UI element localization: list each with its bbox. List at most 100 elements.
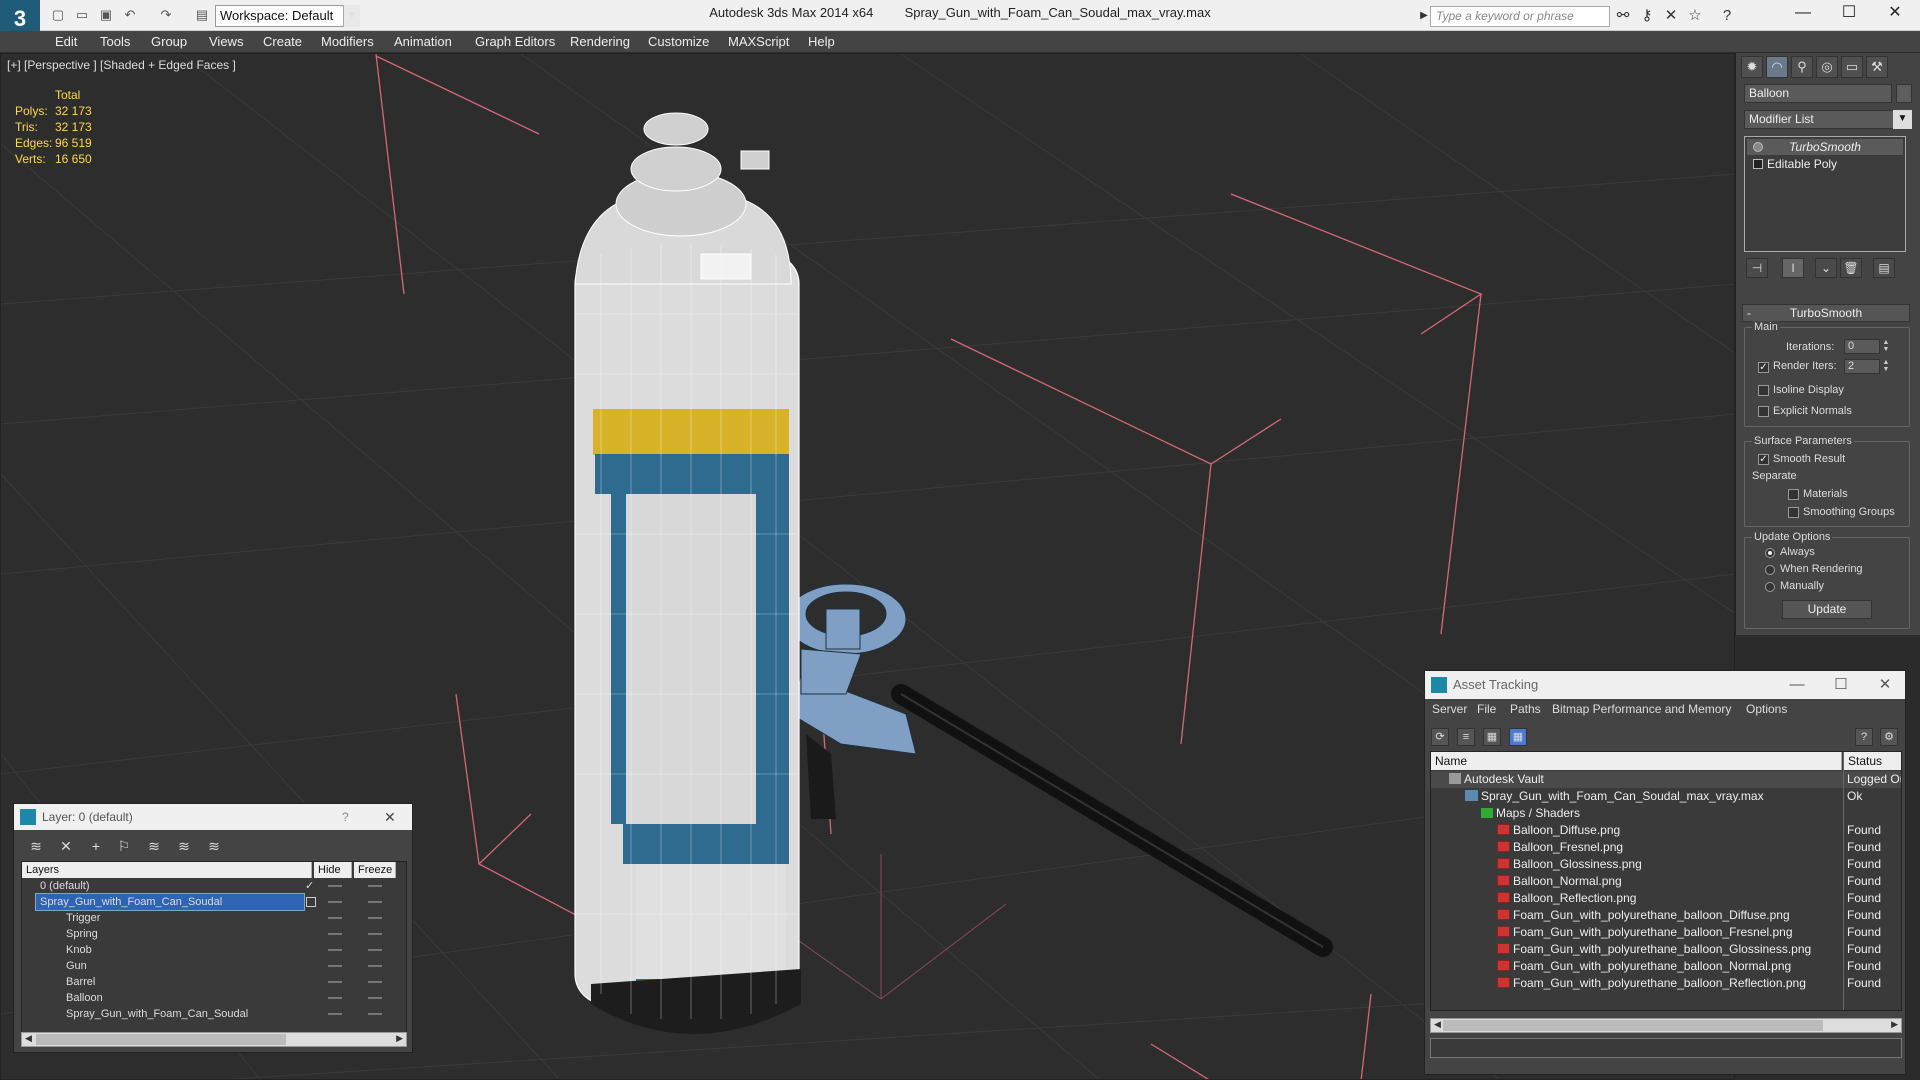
add-to-layer-icon[interactable]: + [86,836,106,856]
help-button[interactable]: ? [342,804,349,830]
menu-animation[interactable]: Animation [394,31,452,53]
motion-tab-icon[interactable]: ◎ [1816,56,1838,78]
menu-customize[interactable]: Customize [648,31,709,53]
create-tab-icon[interactable]: ✹ [1741,56,1763,78]
scroll-left-icon[interactable]: ◀ [25,1033,32,1044]
menu-edit[interactable]: Edit [55,31,77,53]
update-when-rendering-radio[interactable] [1765,565,1775,575]
menu-options[interactable]: Options [1746,702,1787,716]
close-button[interactable]: ✕ [384,804,396,830]
create-layer-icon[interactable]: ≋ [26,836,46,856]
refresh-icon[interactable]: ⟳ [1431,728,1449,746]
menu-tools[interactable]: Tools [100,31,130,53]
table-row[interactable]: Foam_Gun_with_polyurethane_balloon_Diffu… [1431,907,1901,924]
layer-row[interactable]: Barrel [22,974,396,990]
layer-row[interactable]: Gun [22,958,396,974]
lightbulb-icon[interactable] [1753,142,1763,152]
stack-item-editable-poly[interactable]: Editable Poly [1747,156,1903,172]
smoothing-groups-checkbox[interactable] [1788,507,1799,518]
scroll-right-icon[interactable]: ▶ [396,1033,403,1044]
render-iters-spinner[interactable]: 2 [1844,359,1880,374]
table-row[interactable]: Autodesk Vault Logged Ou [1431,771,1901,788]
workspace-dropdown[interactable]: Workspace: Default [215,5,360,27]
menu-graph-editors[interactable]: Graph Editors [475,31,555,53]
menu-create[interactable]: Create [263,31,302,53]
table-row[interactable]: Foam_Gun_with_polyurethane_balloon_Gloss… [1431,941,1901,958]
update-always-radio[interactable] [1765,548,1775,558]
layer-row[interactable]: 0 (default) ✓ [22,878,396,894]
asset-status-field[interactable] [1430,1038,1902,1058]
redo-icon[interactable]: ↷ [158,7,174,23]
menu-bitmap-performance[interactable]: Bitmap Performance and Memory [1552,702,1731,716]
menu-group[interactable]: Group [151,31,187,53]
layer-row[interactable]: Knob [22,942,396,958]
menu-modifiers[interactable]: Modifiers [321,31,374,53]
show-end-result-icon[interactable]: I [1782,258,1804,278]
table-row[interactable]: Foam_Gun_with_polyurethane_balloon_Refle… [1431,975,1901,992]
table-row[interactable]: Balloon_Normal.png Found [1431,873,1901,890]
pin-stack-icon[interactable]: ⊣ [1746,258,1768,278]
materials-checkbox[interactable] [1788,489,1799,500]
highlight-layer-icon[interactable]: ≋ [144,836,164,856]
active-layer-check-icon[interactable]: ✓ [305,878,314,894]
save-icon[interactable]: ▣ [98,7,114,23]
close-button[interactable]: ✕ [1863,671,1907,699]
column-freeze[interactable]: Freeze [354,862,396,878]
exchange-icon[interactable]: ✕ [1662,7,1680,25]
expand-icon[interactable] [1753,159,1763,169]
layer-row[interactable]: Balloon [22,990,396,1006]
minimize-button[interactable]: — [1780,0,1826,26]
search-input[interactable]: Type a keyword or phrase [1430,6,1610,27]
chevron-down-icon[interactable]: ▼ [343,5,360,27]
column-status[interactable]: Status [1844,752,1901,770]
make-unique-icon[interactable]: ⌄ [1815,258,1837,278]
remove-modifier-icon[interactable]: 🗑 [1840,258,1862,278]
menu-maxscript[interactable]: MAXScript [728,31,789,53]
column-name[interactable]: Name [1431,752,1842,770]
spinner-arrows-icon[interactable]: ▲ ▼ [1882,359,1890,374]
maximize-button[interactable]: ☐ [1826,0,1872,26]
collapse-icon[interactable]: - [1747,305,1751,321]
table-row[interactable]: Spray_Gun_with_Foam_Can_Soudal_max_vray.… [1431,788,1901,805]
freeze-all-icon[interactable]: ≋ [204,836,224,856]
help-icon[interactable]: ? [1718,7,1736,25]
maximize-button[interactable]: ☐ [1819,671,1863,699]
menu-file[interactable]: File [1477,702,1496,716]
table-row[interactable]: Balloon_Fresnel.png Found [1431,839,1901,856]
project-folder-icon[interactable]: ▤ [194,7,210,23]
viewport-label[interactable]: [+] [Perspective ] [Shaded + Edged Faces… [7,58,236,72]
thumbnail-view-icon[interactable]: ▦ [1483,728,1501,746]
settings-icon[interactable]: ⚙ [1880,728,1898,746]
horizontal-scrollbar[interactable]: ◀ ▶ [1430,1018,1902,1033]
menu-views[interactable]: Views [209,31,243,53]
undo-icon[interactable]: ↶ [122,7,138,23]
layer-row[interactable]: Spray_Gun_with_Foam_Can_Soudal [22,1006,396,1022]
menu-help[interactable]: Help [808,31,835,53]
key-icon[interactable]: ⚷ [1638,7,1656,25]
scroll-right-icon[interactable]: ▶ [1891,1019,1898,1030]
spinner-arrows-icon[interactable]: ▲ ▼ [1882,339,1890,354]
update-button[interactable]: Update [1782,600,1872,619]
list-view-icon[interactable]: ≡ [1457,728,1475,746]
new-file-icon[interactable]: ▢ [50,7,66,23]
table-row[interactable]: Foam_Gun_with_polyurethane_balloon_Fresn… [1431,924,1901,941]
table-row[interactable]: Balloon_Glossiness.png Found [1431,856,1901,873]
delete-layer-icon[interactable]: ✕ [56,836,76,856]
utilities-tab-icon[interactable]: ⚒ [1866,56,1888,78]
modify-tab-icon[interactable]: ◠ [1766,56,1788,78]
layer-row[interactable]: Spring [22,926,396,942]
binoculars-icon[interactable]: ⚯ [1614,7,1632,25]
table-row[interactable]: Foam_Gun_with_polyurethane_balloon_Norma… [1431,958,1901,975]
minimize-button[interactable]: — [1775,671,1819,699]
select-in-layer-icon[interactable]: ⚐ [114,836,134,856]
explicit-normals-checkbox[interactable] [1758,406,1769,417]
vault-help-icon[interactable]: ? [1855,728,1873,746]
smooth-result-checkbox[interactable]: ✓ [1758,454,1769,465]
hierarchy-tab-icon[interactable]: ⚲ [1791,56,1813,78]
scrollbar-thumb[interactable] [1443,1020,1823,1031]
open-file-icon[interactable]: ▭ [74,7,90,23]
menu-server[interactable]: Server [1432,702,1467,716]
object-name-field[interactable]: Balloon [1744,84,1892,103]
scroll-left-icon[interactable]: ◀ [1434,1019,1441,1030]
iterations-spinner[interactable]: 0 [1844,339,1880,354]
